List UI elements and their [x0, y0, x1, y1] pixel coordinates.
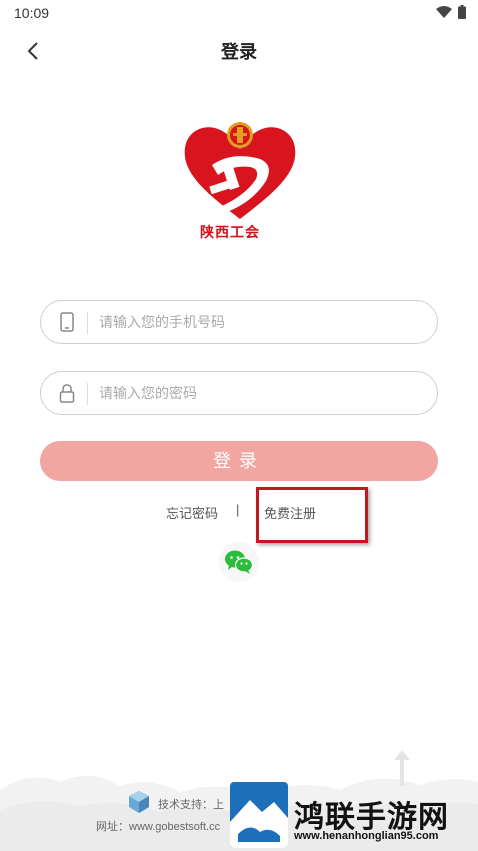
heart-logo-icon — [184, 122, 296, 219]
status-icons — [436, 5, 466, 19]
phone-input[interactable] — [99, 301, 419, 343]
phone-icon — [57, 311, 77, 333]
wifi-icon — [436, 6, 452, 18]
password-input[interactable] — [99, 372, 419, 414]
watermark-url: www.henanhonglian95.com — [294, 830, 439, 842]
tech-support-text: 技术支持：上 — [158, 799, 224, 811]
wechat-icon — [225, 550, 254, 574]
nav-bar: 登录 — [0, 28, 478, 72]
logo-caption: 陕西工会 — [200, 225, 260, 241]
password-field — [40, 371, 438, 415]
auth-links: 忘记密码 | 免费注册 — [0, 502, 478, 523]
website-text: 网址：www.gobestsoft.cc — [96, 821, 221, 833]
battery-icon — [458, 5, 466, 19]
forgot-password-link[interactable]: 忘记密码 — [166, 503, 218, 522]
status-time: 10:09 — [14, 5, 50, 21]
watermark-logo-icon — [230, 782, 288, 848]
field-divider — [87, 312, 88, 334]
field-divider — [87, 383, 88, 405]
wechat-login-button[interactable] — [219, 542, 259, 582]
link-separator: | — [236, 502, 240, 517]
phone-field — [40, 300, 438, 344]
page-title: 登录 — [221, 42, 257, 62]
login-button[interactable]: 登录 — [40, 441, 438, 481]
gobestsoft-logo-icon — [129, 791, 149, 813]
status-bar: 10:09 — [0, 0, 478, 26]
watermark: 鸿联手游网 www.henanhonglian95.com — [230, 778, 478, 851]
lock-icon — [57, 382, 77, 404]
register-highlight-box — [256, 487, 368, 543]
